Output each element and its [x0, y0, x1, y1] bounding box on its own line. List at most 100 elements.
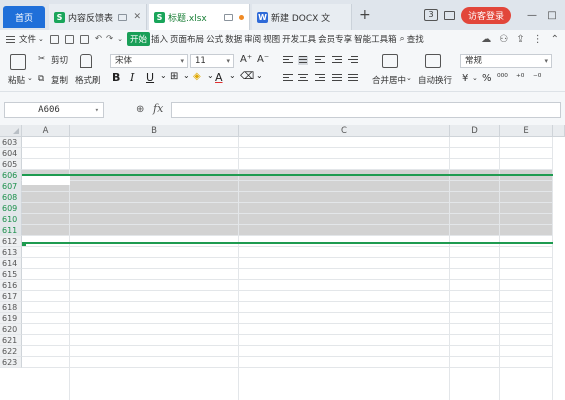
distributed-align-icon[interactable]: [348, 74, 358, 83]
wrap-text-icon[interactable]: [425, 54, 441, 68]
column-header-c[interactable]: C: [239, 125, 450, 137]
table-row[interactable]: [22, 258, 565, 269]
select-all-corner[interactable]: [0, 125, 22, 137]
insert-function-button[interactable]: fx: [153, 102, 163, 115]
indent-decrease-icon[interactable]: [332, 56, 342, 65]
table-row[interactable]: [22, 291, 565, 302]
eraser-icon[interactable]: ⌫: [240, 71, 254, 82]
thousands-separator-icon[interactable]: ⁰⁰⁰: [497, 73, 508, 83]
row-header[interactable]: 618: [0, 302, 22, 313]
menu-item-insert[interactable]: 插入: [150, 33, 169, 45]
undo-icon[interactable]: ↶: [95, 34, 102, 44]
new-tab-button[interactable]: +: [359, 7, 371, 23]
row-header[interactable]: 608: [0, 192, 22, 203]
wrap-text-button[interactable]: 自动换行: [418, 74, 452, 86]
italic-button[interactable]: I: [130, 71, 134, 84]
copy-button[interactable]: 复制: [51, 74, 68, 86]
percent-format-icon[interactable]: %: [482, 73, 492, 84]
font-color-button[interactable]: A: [215, 71, 223, 84]
menu-item-smart-toolbox[interactable]: 智能工具箱: [353, 33, 398, 45]
table-row[interactable]: [22, 269, 565, 280]
currency-format-icon[interactable]: ¥: [462, 73, 468, 84]
row-header[interactable]: 613: [0, 247, 22, 258]
table-row[interactable]: [22, 335, 565, 346]
bold-button[interactable]: B: [112, 71, 120, 84]
workspace-count-badge[interactable]: 3: [423, 9, 438, 21]
menu-item-data[interactable]: 数据: [224, 33, 243, 45]
menu-item-developer[interactable]: 开发工具: [281, 33, 317, 45]
table-row[interactable]: [22, 324, 565, 335]
screen-icon[interactable]: [118, 13, 128, 21]
row-header[interactable]: 605: [0, 159, 22, 170]
table-row[interactable]: [22, 137, 565, 148]
more-icon[interactable]: ⋮: [533, 34, 543, 45]
borders-icon[interactable]: ⊞: [170, 71, 178, 82]
tab-document-title[interactable]: S 标题.xlsx: [149, 4, 250, 30]
chevron-down-icon[interactable]: ⌄: [406, 74, 412, 82]
tab-document-docx[interactable]: W 新建 DOCX 文: [252, 4, 352, 30]
file-menu-button[interactable]: 文件 ⌄: [6, 33, 44, 45]
column-header-b[interactable]: B: [70, 125, 239, 137]
tab-home[interactable]: 首页: [3, 6, 45, 28]
column-header-e[interactable]: E: [500, 125, 553, 137]
align-left-icon[interactable]: [283, 74, 293, 83]
menu-item-view[interactable]: 视图: [262, 33, 281, 45]
screen-icon[interactable]: [224, 13, 233, 21]
chevron-down-icon[interactable]: ⌄: [472, 74, 478, 82]
fill-color-icon[interactable]: ◈: [193, 71, 201, 82]
close-icon[interactable]: ✕: [133, 12, 141, 22]
chevron-down-icon[interactable]: ⌄: [27, 74, 33, 82]
chevron-down-icon[interactable]: ⌄: [183, 71, 190, 80]
quick-access-more-icon[interactable]: ⌄: [117, 35, 123, 43]
increase-font-button[interactable]: A⁺: [240, 54, 252, 65]
font-size-select[interactable]: 11 ▾: [190, 54, 234, 68]
collaborate-icon[interactable]: ⚇: [499, 34, 508, 45]
spreadsheet-grid[interactable]: A B C D E 603 604 605 606 607 608 609 610 611 612 613 61…: [0, 125, 565, 400]
table-row[interactable]: [22, 148, 565, 159]
row-header[interactable]: 610: [0, 214, 22, 225]
row-header[interactable]: 616: [0, 280, 22, 291]
row-header[interactable]: 612: [0, 236, 22, 247]
table-row[interactable]: [22, 159, 565, 170]
menu-item-formulas[interactable]: 公式: [205, 33, 224, 45]
row-header[interactable]: 620: [0, 324, 22, 335]
table-row[interactable]: [22, 247, 565, 258]
save-icon[interactable]: [49, 34, 59, 44]
row-header[interactable]: 604: [0, 148, 22, 159]
cloud-sync-icon[interactable]: ☁: [481, 34, 491, 45]
row-header[interactable]: 617: [0, 291, 22, 302]
formula-input[interactable]: [171, 102, 561, 118]
row-header[interactable]: 621: [0, 335, 22, 346]
chevron-down-icon[interactable]: ⌄: [160, 71, 167, 80]
guest-login-button[interactable]: 访客登录: [460, 6, 511, 24]
column-header-overflow[interactable]: [553, 125, 565, 137]
print-icon[interactable]: [79, 34, 89, 44]
chevron-down-icon[interactable]: ⌄: [229, 71, 236, 80]
share-icon[interactable]: ⇪: [516, 34, 524, 45]
row-header[interactable]: 611: [0, 225, 22, 236]
menu-item-member[interactable]: 会员专享: [317, 33, 353, 45]
row-header[interactable]: 603: [0, 137, 22, 148]
number-format-select[interactable]: 常规 ▾: [460, 54, 552, 68]
tab-document-feedback[interactable]: S 内容反馈表 ✕: [49, 4, 147, 30]
row-header[interactable]: 606: [0, 170, 22, 181]
align-middle-icon[interactable]: [298, 56, 308, 65]
scissors-icon[interactable]: ✂: [38, 54, 45, 64]
row-header[interactable]: 622: [0, 346, 22, 357]
row-header[interactable]: 607: [0, 181, 22, 192]
menu-item-page-layout[interactable]: 页面布局: [169, 33, 205, 45]
row-header[interactable]: 614: [0, 258, 22, 269]
decrease-font-button[interactable]: A⁻: [257, 54, 269, 65]
row-header[interactable]: 619: [0, 313, 22, 324]
row-header[interactable]: 615: [0, 269, 22, 280]
format-painter-button[interactable]: 格式刷: [75, 74, 101, 86]
align-right-icon[interactable]: [315, 74, 325, 83]
chevron-down-icon[interactable]: ⌄: [207, 71, 214, 80]
column-header-a[interactable]: A: [22, 125, 70, 137]
table-row[interactable]: [22, 357, 565, 368]
underline-button[interactable]: U: [146, 71, 154, 84]
indent-increase-icon[interactable]: [348, 56, 358, 65]
table-row[interactable]: [22, 313, 565, 324]
format-painter-icon[interactable]: [80, 54, 92, 68]
table-row[interactable]: [22, 346, 565, 357]
